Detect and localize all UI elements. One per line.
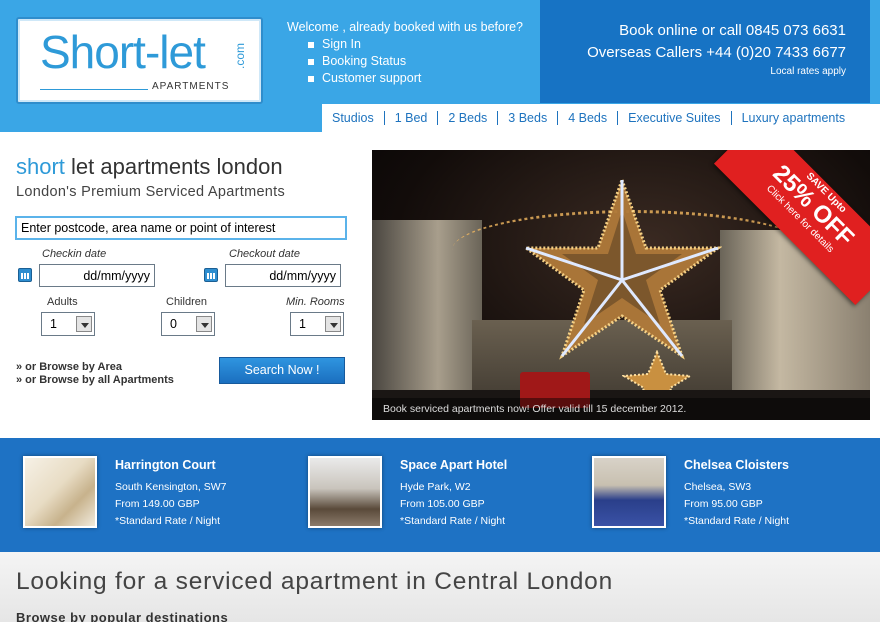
category-nav: Studios 1 Bed 2 Beds 3 Beds 4 Beds Execu… [322,104,880,132]
nav-studios[interactable]: Studios [322,111,385,125]
sign-in-link[interactable]: Sign In [308,37,421,54]
destination-input[interactable] [15,216,347,240]
account-links: Sign In Booking Status Customer support [308,37,421,88]
logo-subtitle: APARTMENTS [152,81,230,92]
page-subtitle: London's Premium Serviced Apartments [16,184,286,200]
checkout-date-input[interactable] [225,264,341,287]
overseas-phone: Overseas Callers +44 (0)20 7433 6677 [587,44,846,61]
apartment-rate: *Standard Rate / Night [115,515,221,527]
apartment-price: From 149.00 GBP [115,498,200,510]
chevron-down-icon [76,316,92,332]
destinations-section: Looking for a serviced apartment in Cent… [0,552,880,622]
adults-value: 1 [50,317,57,331]
checkin-calendar-icon[interactable] [18,268,32,282]
apartment-name[interactable]: Space Apart Hotel [400,458,507,472]
apartment-location: Chelsea, SW3 [684,481,752,493]
logo-wordmark: Short-let [40,26,206,78]
children-value: 0 [170,317,177,331]
title-rest: let apartments london [64,154,283,179]
site-logo[interactable]: Short-let .com APARTMENTS [16,17,263,104]
page-title: short let apartments london [16,154,283,180]
nav-4-beds[interactable]: 4 Beds [558,111,619,125]
nav-3-beds[interactable]: 3 Beds [498,111,559,125]
contact-panel: Book online or call 0845 073 6631 Overse… [540,0,870,103]
apartment-location: South Kensington, SW7 [115,481,227,493]
christmas-star-decoration [522,175,722,360]
featured-card[interactable]: Chelsea Cloisters Chelsea, SW3 From 95.0… [592,438,852,552]
children-label: Children [166,296,207,308]
checkin-label: Checkin date [42,248,107,260]
rooms-label: Min. Rooms [286,296,345,308]
banner-caption: Book serviced apartments now! Offer vali… [372,398,870,420]
rates-note: Local rates apply [770,66,846,77]
search-section: short let apartments london London's Pre… [0,132,880,438]
section-subtitle: Browse by popular destinations [16,610,229,622]
nav-executive-suites[interactable]: Executive Suites [618,111,732,125]
children-select[interactable]: 0 [161,312,215,336]
apartment-name[interactable]: Chelsea Cloisters [684,458,789,472]
promo-banner[interactable]: SAVE Upto 25% OFF Click here for details… [372,150,870,420]
chevron-down-icon [196,316,212,332]
apartment-name[interactable]: Harrington Court [115,458,216,472]
featured-card[interactable]: Space Apart Hotel Hyde Park, W2 From 105… [308,438,568,552]
uk-phone: Book online or call 0845 073 6631 [619,22,846,39]
checkin-date-input[interactable] [39,264,155,287]
customer-support-link[interactable]: Customer support [308,71,421,88]
adults-select[interactable]: 1 [41,312,95,336]
checkout-label: Checkout date [229,248,300,260]
booking-status-link[interactable]: Booking Status [308,54,421,71]
header: Short-let .com APARTMENTS Welcome , alre… [0,0,880,132]
apartment-rate: *Standard Rate / Night [684,515,790,527]
apartment-photo[interactable] [23,456,97,528]
apartment-location: Hyde Park, W2 [400,481,471,493]
apartment-photo[interactable] [592,456,666,528]
browse-by-area-link[interactable]: » or Browse by Area [16,361,122,373]
apartment-photo[interactable] [308,456,382,528]
welcome-text: Welcome , already booked with us before? [287,20,524,34]
chevron-down-icon [325,316,341,332]
nav-luxury-apartments[interactable]: Luxury apartments [732,111,856,125]
featured-apartments: Harrington Court South Kensington, SW7 F… [0,438,880,552]
logo-domain: .com [233,42,248,70]
featured-card[interactable]: Harrington Court South Kensington, SW7 F… [23,438,283,552]
checkout-calendar-icon[interactable] [204,268,218,282]
nav-2-beds[interactable]: 2 Beds [438,111,499,125]
section-title: Looking for a serviced apartment in Cent… [16,568,614,595]
rooms-value: 1 [299,317,306,331]
logo-underline [40,89,148,90]
nav-1-bed[interactable]: 1 Bed [385,111,439,125]
apartment-price: From 95.00 GBP [684,498,763,510]
apartment-price: From 105.00 GBP [400,498,485,510]
apartment-rate: *Standard Rate / Night [400,515,506,527]
browse-all-link[interactable]: » or Browse by all Apartments [16,374,174,386]
rooms-select[interactable]: 1 [290,312,344,336]
search-button[interactable]: Search Now ! [219,357,345,384]
title-highlight: short [16,154,65,179]
adults-label: Adults [47,296,78,308]
